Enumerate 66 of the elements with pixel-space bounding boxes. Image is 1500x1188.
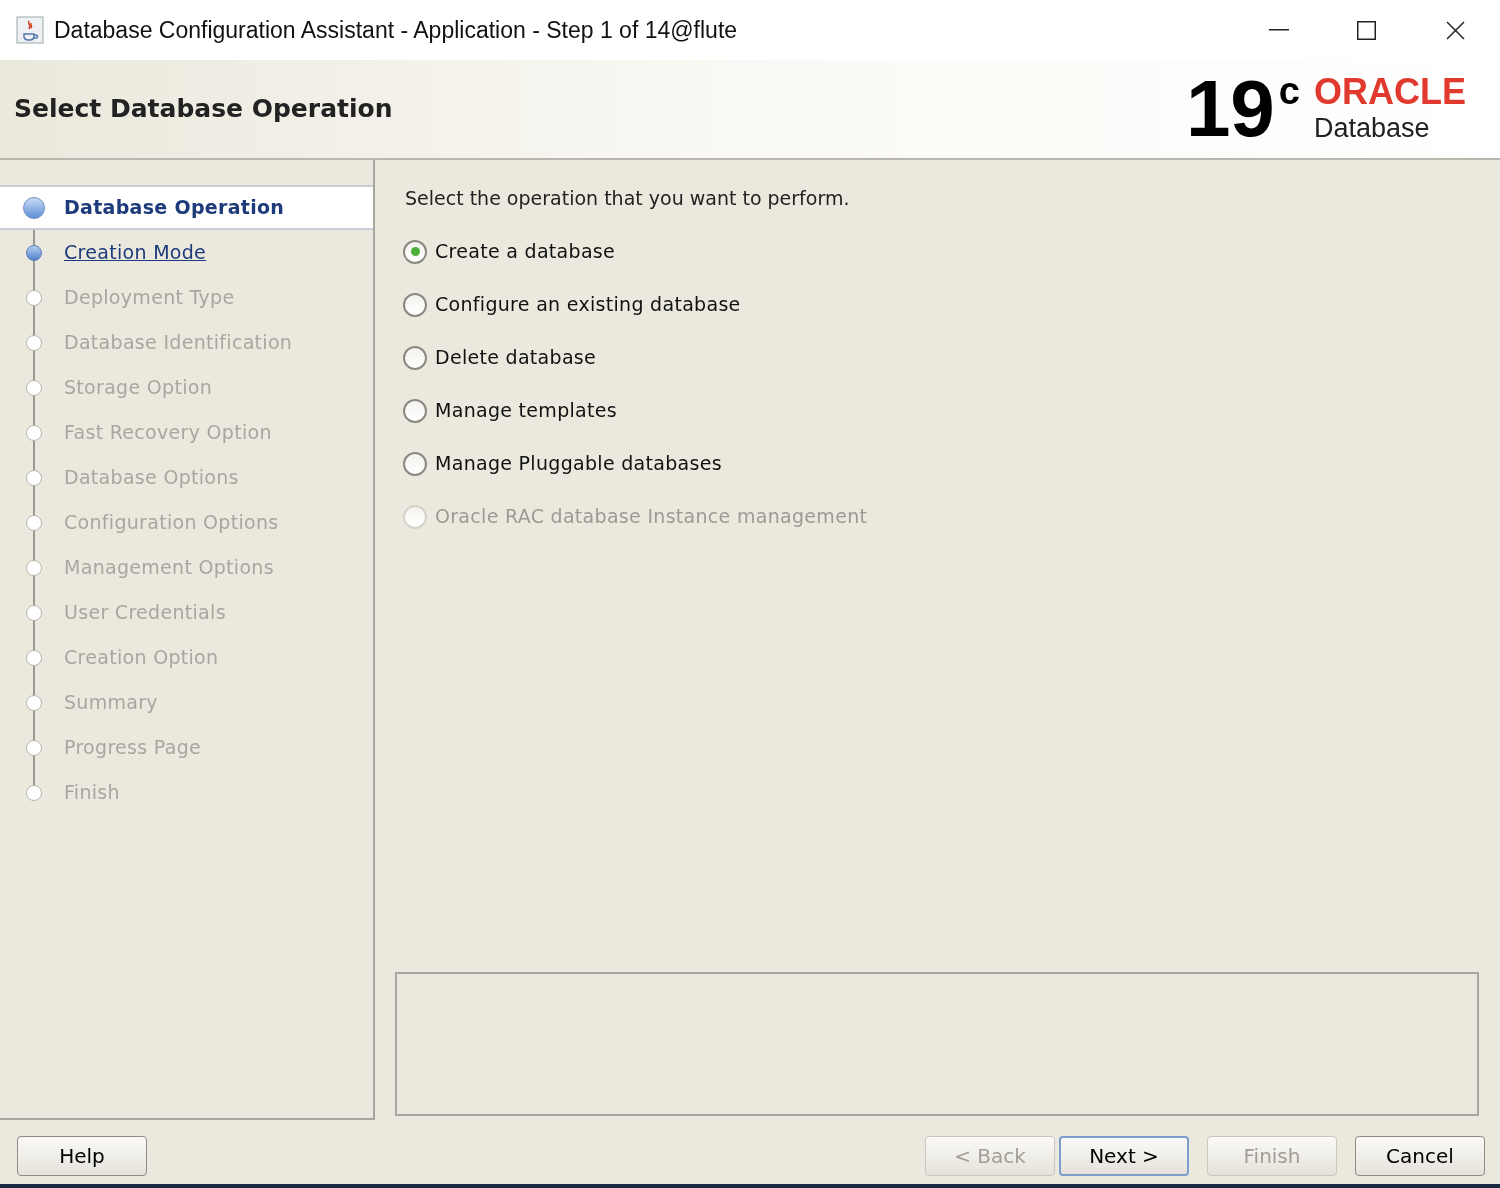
step-item[interactable]: Database Options (0, 455, 373, 500)
radio-button[interactable] (403, 239, 427, 264)
java-cup-icon (16, 16, 44, 44)
radio-button[interactable] (403, 345, 427, 370)
step-node-icon (26, 694, 42, 711)
step-node-icon (26, 739, 42, 756)
product-name: Database (1314, 113, 1431, 143)
step-node-icon (26, 469, 42, 486)
radio-button[interactable] (403, 398, 427, 423)
step-item[interactable]: Summary (0, 680, 373, 725)
step-node-icon (23, 196, 45, 219)
minimize-icon[interactable] (1269, 29, 1289, 31)
radio-label[interactable]: Manage Pluggable databases (435, 449, 722, 478)
step-label: Configuration Options (64, 510, 279, 536)
page-title: Select Database Operation (14, 93, 393, 126)
help-button[interactable]: Help (17, 1136, 147, 1176)
step-node-icon (26, 334, 42, 351)
step-item[interactable]: Database Identification (0, 320, 373, 365)
step-item[interactable]: Finish (0, 770, 373, 815)
instruction-text: Select the operation that you want to perform. (405, 186, 851, 211)
radio-label[interactable]: Delete database (435, 343, 597, 372)
step-item[interactable]: Progress Page (0, 725, 373, 770)
step-label: Management Options (64, 555, 274, 581)
step-label: Summary (64, 690, 158, 716)
window-title: Database Configuration Assistant - Application - Step 1 of 14@flute (54, 15, 738, 45)
next-button[interactable]: Next > (1059, 1136, 1189, 1176)
step-node-icon (26, 649, 42, 666)
radio-label[interactable]: Create a database (435, 237, 616, 266)
step-item[interactable]: Fast Recovery Option (0, 410, 373, 455)
step-label: Progress Page (64, 735, 202, 761)
maximize-icon[interactable] (1357, 20, 1376, 40)
step-label: Storage Option (64, 375, 212, 401)
step-item[interactable]: Deployment Type (0, 275, 373, 320)
radio-label[interactable]: Configure an existing database (435, 290, 741, 319)
close-icon[interactable] (1446, 20, 1465, 40)
step-node-icon (26, 514, 42, 531)
cancel-button[interactable]: Cancel (1355, 1136, 1485, 1176)
step-node-icon (26, 784, 42, 801)
step-label: Database Operation (64, 195, 285, 221)
step-label: Fast Recovery Option (64, 420, 272, 446)
step-node-icon (26, 289, 42, 306)
step-label: Creation Option (64, 645, 219, 671)
radio-label[interactable]: Manage templates (435, 396, 617, 425)
step-label: Database Options (64, 465, 239, 491)
step-item[interactable]: Storage Option (0, 365, 373, 410)
step-item[interactable]: Creation Option (0, 635, 373, 680)
step-node-icon (26, 244, 42, 261)
version-number: 19 (1185, 77, 1275, 141)
radio-button[interactable] (403, 292, 427, 317)
step-item[interactable]: Management Options (0, 545, 373, 590)
radio-button[interactable] (403, 451, 427, 476)
step-node-icon (26, 424, 42, 441)
step-item[interactable]: Configuration Options (0, 500, 373, 545)
step-node-icon (26, 604, 42, 621)
version-suffix: c (1278, 75, 1300, 107)
step-item[interactable]: Creation Mode (0, 230, 373, 275)
step-node-icon (26, 559, 42, 576)
brand-wordmark: ORACLE (1314, 75, 1466, 109)
step-item[interactable]: Database Operation (0, 185, 373, 230)
step-item[interactable]: User Credentials (0, 590, 373, 635)
step-node-icon (26, 379, 42, 396)
step-label: Database Identification (64, 330, 293, 356)
step-label: Deployment Type (64, 285, 235, 311)
step-label: Creation Mode (64, 240, 207, 266)
step-label: Finish (64, 780, 120, 806)
step-label: User Credentials (64, 600, 226, 626)
